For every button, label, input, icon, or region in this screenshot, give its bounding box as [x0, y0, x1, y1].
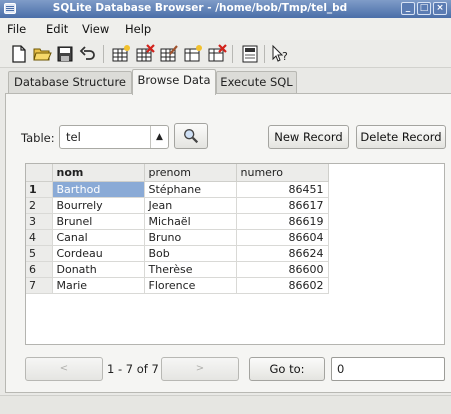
- cell-prenom[interactable]: Stéphane: [144, 181, 237, 198]
- goto-input-value: 0: [337, 362, 345, 376]
- table-row[interactable]: 4 Canal Bruno 86604: [26, 229, 329, 246]
- tab-browse-data[interactable]: Browse Data: [132, 69, 216, 95]
- row-number[interactable]: 6: [26, 261, 53, 278]
- title-bar: SQLite Database Browser - /home/bob/Tmp/…: [0, 0, 451, 18]
- table-select[interactable]: tel ▲: [59, 125, 169, 149]
- row-number[interactable]: 2: [26, 197, 53, 214]
- row-number[interactable]: 1: [26, 181, 53, 198]
- table-label: Table:: [21, 131, 55, 145]
- create-index-icon[interactable]: [183, 44, 203, 64]
- cell-numero[interactable]: 86617: [236, 197, 329, 214]
- toolbar-separator: [103, 45, 104, 63]
- record-count: 1 - 7 of 7: [107, 362, 159, 376]
- delete-index-icon[interactable]: [207, 44, 227, 64]
- tab-database-structure[interactable]: Database Structure: [8, 71, 132, 94]
- search-button[interactable]: [174, 123, 208, 149]
- svg-text:?: ?: [282, 50, 288, 63]
- cell-prenom[interactable]: Bruno: [144, 229, 237, 246]
- goto-button[interactable]: Go to:: [249, 357, 325, 381]
- table-row[interactable]: 7 Marie Florence 86602: [26, 277, 329, 294]
- column-header-nom[interactable]: nom: [52, 164, 145, 182]
- tab-bar: Database Structure Browse Data Execute S…: [0, 68, 451, 95]
- menu-bar: File Edit View Help: [0, 18, 451, 40]
- cell-prenom[interactable]: Michaël: [144, 213, 237, 230]
- window-controls: _ □ ×: [401, 2, 447, 15]
- cell-numero[interactable]: 86600: [236, 261, 329, 278]
- cell-numero[interactable]: 86624: [236, 245, 329, 262]
- table-row[interactable]: 6 Donath Therèse 86600: [26, 261, 329, 278]
- modify-table-icon[interactable]: [159, 44, 179, 64]
- toolbar-separator: [232, 45, 233, 63]
- close-button[interactable]: ×: [433, 2, 447, 15]
- cell-nom[interactable]: Bourrely: [52, 197, 145, 214]
- cell-numero[interactable]: 86451: [236, 181, 329, 198]
- updown-arrow-icon: ▲: [150, 126, 168, 148]
- save-icon[interactable]: [55, 44, 75, 64]
- menu-edit[interactable]: Edit: [46, 22, 68, 36]
- cell-prenom[interactable]: Jean: [144, 197, 237, 214]
- new-record-button[interactable]: New Record: [268, 125, 349, 149]
- cell-nom[interactable]: Barthod: [52, 181, 145, 198]
- corner-header: [26, 164, 53, 182]
- cell-numero[interactable]: 86619: [236, 213, 329, 230]
- delete-record-button[interactable]: Delete Record: [356, 125, 446, 149]
- menu-view[interactable]: View: [82, 22, 109, 36]
- status-bar: [0, 395, 451, 414]
- previous-button[interactable]: <: [25, 357, 103, 381]
- toolbar-separator: [264, 45, 265, 63]
- records-table: nom prenom numero 1 Barthod Stéphane 864…: [26, 164, 329, 294]
- table-row[interactable]: 3 Brunel Michaël 86619: [26, 213, 329, 230]
- cell-numero[interactable]: 86604: [236, 229, 329, 246]
- menu-file[interactable]: File: [7, 22, 26, 36]
- goto-input[interactable]: 0: [331, 357, 445, 381]
- toolbar: ?: [0, 40, 451, 68]
- open-folder-icon[interactable]: [32, 44, 52, 64]
- table-row[interactable]: 5 Cordeau Bob 86624: [26, 245, 329, 262]
- undo-icon[interactable]: [78, 44, 98, 64]
- row-number[interactable]: 5: [26, 245, 53, 262]
- column-header-numero[interactable]: numero: [236, 164, 329, 182]
- magnifier-icon: [184, 129, 199, 144]
- cell-prenom[interactable]: Florence: [144, 277, 237, 294]
- row-number[interactable]: 4: [26, 229, 53, 246]
- tab-execute-sql[interactable]: Execute SQL: [216, 71, 297, 94]
- new-file-icon[interactable]: [9, 44, 29, 64]
- cell-nom[interactable]: Canal: [52, 229, 145, 246]
- cell-prenom[interactable]: Therèse: [144, 261, 237, 278]
- header-row: nom prenom numero: [26, 164, 329, 182]
- delete-table-icon[interactable]: [135, 44, 155, 64]
- data-grid[interactable]: nom prenom numero 1 Barthod Stéphane 864…: [25, 163, 445, 345]
- cell-nom[interactable]: Marie: [52, 277, 145, 294]
- column-header-prenom[interactable]: prenom: [144, 164, 237, 182]
- minimize-button[interactable]: _: [401, 2, 415, 15]
- row-number[interactable]: 7: [26, 277, 53, 294]
- table-row[interactable]: 1 Barthod Stéphane 86451: [26, 181, 329, 198]
- cell-nom[interactable]: Cordeau: [52, 245, 145, 262]
- menu-help[interactable]: Help: [125, 22, 151, 36]
- cell-numero[interactable]: 86602: [236, 277, 329, 294]
- cell-prenom[interactable]: Bob: [144, 245, 237, 262]
- cell-nom[interactable]: Brunel: [52, 213, 145, 230]
- row-number[interactable]: 3: [26, 213, 53, 230]
- create-table-icon[interactable]: [111, 44, 131, 64]
- maximize-button[interactable]: □: [417, 2, 431, 15]
- table-row[interactable]: 2 Bourrely Jean 86617: [26, 197, 329, 214]
- table-select-value: tel: [66, 130, 81, 144]
- log-icon[interactable]: [240, 44, 260, 64]
- next-button[interactable]: >: [161, 357, 239, 381]
- window-title: SQLite Database Browser - /home/bob/Tmp/…: [52, 2, 348, 14]
- record-navigation: < 1 - 7 of 7 > Go to: 0: [25, 357, 445, 381]
- cell-nom[interactable]: Donath: [52, 261, 145, 278]
- whats-this-icon[interactable]: ?: [270, 44, 290, 64]
